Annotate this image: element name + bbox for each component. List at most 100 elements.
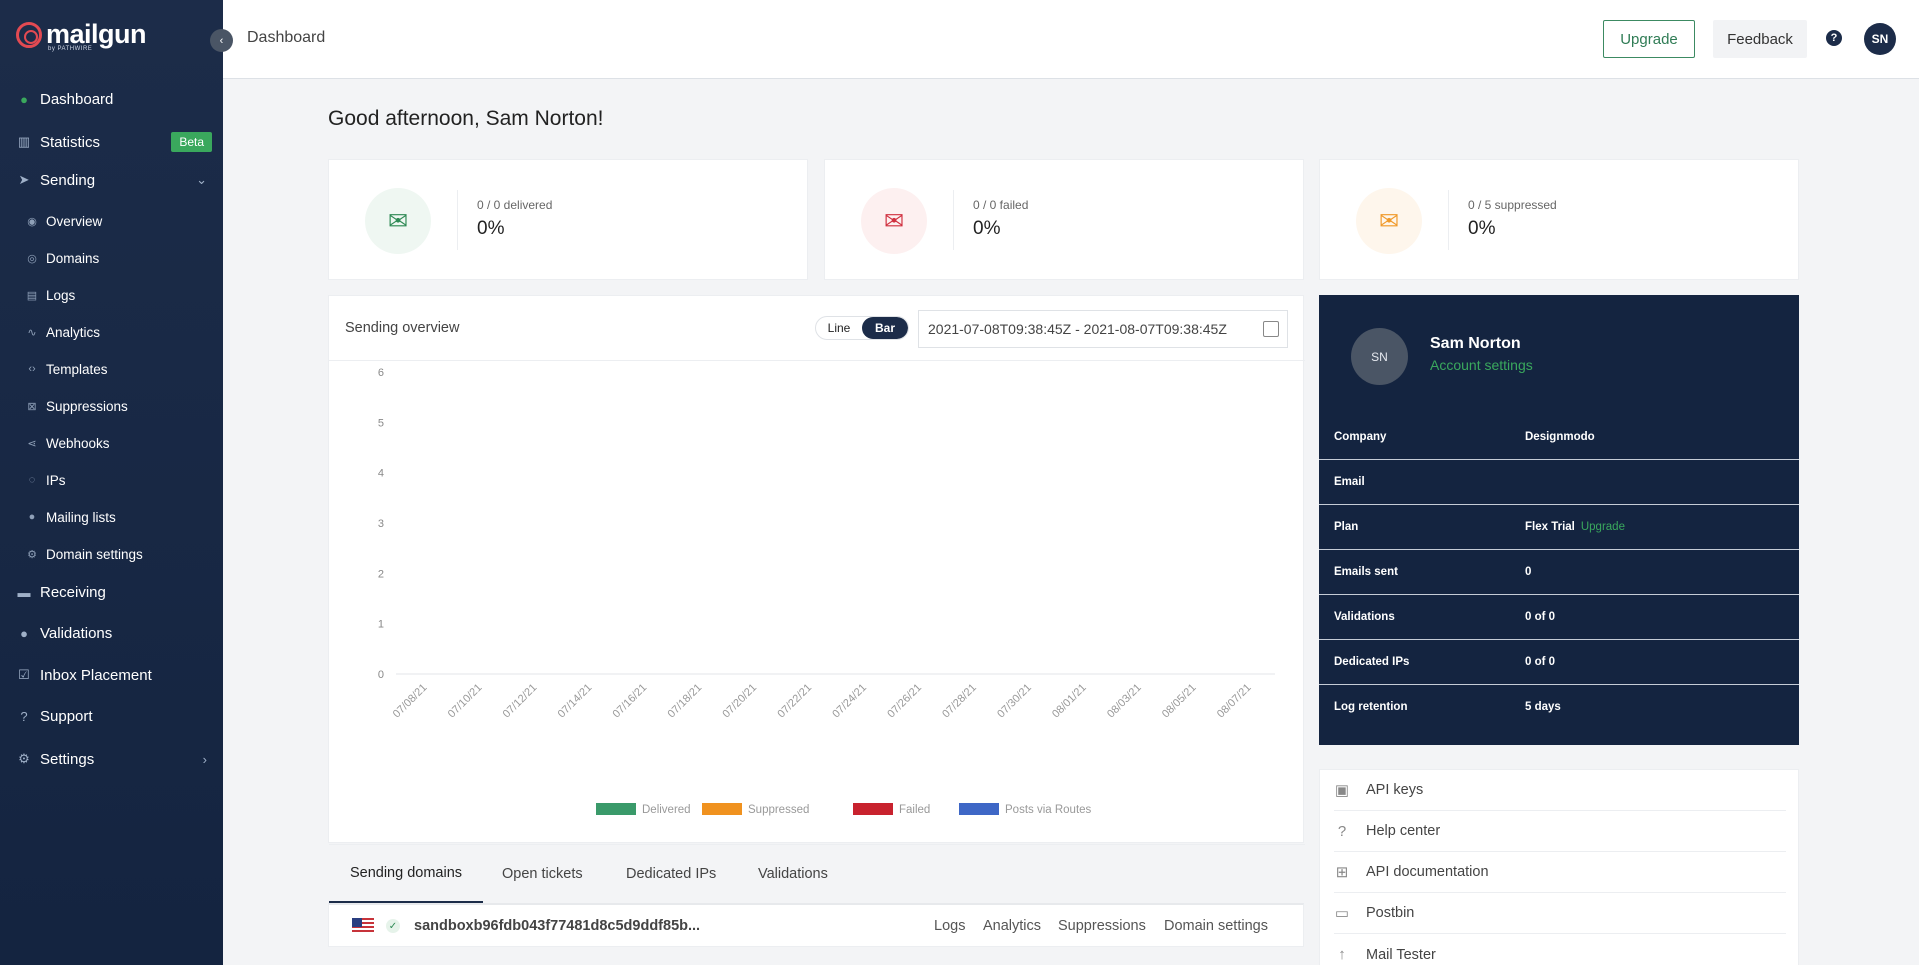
help-icon[interactable]: ?	[1826, 30, 1842, 46]
x-tick-label: 07/24/21	[830, 682, 869, 721]
location-icon: ◌	[28, 474, 36, 486]
row-value: 0 of 0	[1525, 656, 1556, 668]
bar-toggle-button[interactable]: Bar	[862, 317, 908, 339]
link-label: Postbin	[1366, 905, 1415, 921]
sidebar-item-inbox-placement[interactable]: ☑ Inbox Placement	[0, 661, 223, 689]
sidebar-item-ips[interactable]: ◌ IPs	[0, 469, 223, 491]
profile-row-company: Company Designmodo	[1319, 415, 1799, 460]
quick-links-card: ▣ API keys ? Help center ⊞ API documentatio…	[1319, 769, 1799, 965]
account-settings-link[interactable]: Account settings	[1430, 357, 1533, 373]
legend-label: Delivered	[642, 804, 691, 816]
user-check-icon: ●	[20, 625, 28, 641]
sidebar-item-label: Validations	[40, 624, 113, 642]
sidebar-item-webhooks[interactable]: ⋖ Webhooks	[0, 432, 223, 454]
sidebar: mailgun by PATHWIRE ● Dashboard ▥ Statis…	[0, 0, 223, 965]
tab-open-tickets[interactable]: Open tickets	[502, 845, 583, 903]
sidebar-item-statistics[interactable]: ▥ Statistics Beta	[0, 128, 223, 156]
profile-avatar: SN	[1351, 328, 1408, 385]
question-icon: ?	[20, 708, 28, 724]
feedback-button[interactable]: Feedback	[1713, 20, 1807, 58]
sidebar-item-receiving[interactable]: ▬ Receiving	[0, 578, 223, 606]
eye-icon: ◉	[27, 215, 37, 228]
sidebar-item-mailing-lists[interactable]: ● Mailing lists	[0, 506, 223, 528]
sidebar-item-label: Receiving	[40, 583, 106, 601]
logo-icon	[16, 22, 42, 48]
plan-upgrade-link[interactable]: Upgrade	[1581, 521, 1625, 533]
sidebar-item-overview[interactable]: ◉ Overview	[0, 210, 223, 232]
stat-card-failed: ✉ 0 / 0 failed 0%	[824, 159, 1304, 280]
breadcrumb: Dashboard	[247, 29, 326, 46]
domain-name[interactable]: sandboxb96fdb043f77481d8c5d9ddf85b...	[414, 918, 700, 934]
envelope-open-icon: ✉	[365, 188, 431, 254]
sidebar-item-label: IPs	[46, 472, 66, 488]
tab-dedicated-ips[interactable]: Dedicated IPs	[626, 845, 716, 903]
divider	[953, 190, 954, 250]
sidebar-item-templates[interactable]: ‹› Templates	[0, 358, 223, 380]
lock-icon: ▣	[1334, 782, 1350, 799]
upgrade-button[interactable]: Upgrade	[1603, 20, 1695, 58]
domain-suppressions-link[interactable]: Suppressions	[1058, 918, 1146, 934]
sidebar-item-domain-settings[interactable]: ⚙ Domain settings	[0, 543, 223, 565]
beta-badge: Beta	[171, 132, 212, 152]
us-flag-icon	[352, 918, 374, 934]
row-key: Company	[1334, 431, 1387, 443]
tester-icon: ↑	[1338, 946, 1346, 963]
sidebar-item-domains[interactable]: ◎ Domains	[0, 247, 223, 269]
sending-overview-chart: 0 1 2 3 4 5 6 07/08/21 07/10/21 07/12/21 07/14/21 0…	[378, 367, 1275, 816]
help-center-link[interactable]: ? Help center	[1334, 811, 1786, 852]
profile-row-log-retention: Log retention 5 days	[1319, 685, 1799, 730]
row-key: Plan	[1334, 521, 1359, 533]
mail-tester-link[interactable]: ↑ Mail Tester	[1334, 934, 1786, 965]
postbin-link[interactable]: ▭ Postbin	[1334, 893, 1786, 934]
logo-subtext: by PATHWIRE	[48, 46, 93, 52]
x-tick-label: 07/14/21	[556, 682, 595, 721]
line-toggle-button[interactable]: Line	[816, 317, 862, 339]
tab-validations[interactable]: Validations	[758, 845, 828, 903]
row-key: Email	[1334, 476, 1365, 488]
stat-label: 0 / 5 suppressed	[1468, 198, 1557, 212]
sidebar-item-validations[interactable]: ● Validations	[0, 619, 223, 647]
sidebar-item-label: Support	[40, 707, 93, 725]
sidebar-item-logs[interactable]: ▤ Logs	[0, 284, 223, 306]
sidebar-item-settings[interactable]: ⚙ Settings ›	[0, 745, 223, 773]
api-documentation-link[interactable]: ⊞ API documentation	[1334, 852, 1786, 893]
y-tick-label: 5	[378, 417, 384, 429]
row-value: Flex Trial Upgrade	[1525, 521, 1625, 533]
stat-card-delivered: ✉ 0 / 0 delivered 0%	[328, 159, 808, 280]
chevron-right-icon: ›	[202, 751, 207, 767]
collapse-sidebar-button[interactable]: ‹	[210, 29, 233, 52]
sidebar-item-label: Inbox Placement	[40, 666, 152, 684]
api-keys-link[interactable]: ▣ API keys	[1334, 770, 1786, 811]
date-range-picker[interactable]: 2021-07-08T09:38:45Z - 2021-08-07T09:38:…	[918, 310, 1288, 348]
tab-sending-domains[interactable]: Sending domains	[329, 845, 483, 903]
sidebar-item-sending[interactable]: ➤ Sending ⌄	[0, 166, 223, 194]
mailgun-logo[interactable]: mailgun by PATHWIRE	[16, 20, 147, 52]
x-tick-label: 08/05/21	[1160, 682, 1199, 721]
sidebar-item-label: Analytics	[46, 324, 101, 340]
chevron-left-icon: ‹	[219, 34, 224, 47]
profile-card: SN Sam Norton Account settings Company De…	[1319, 295, 1799, 745]
profile-row-dedicated-ips: Dedicated IPs 0 of 0	[1319, 640, 1799, 685]
sidebar-item-support[interactable]: ? Support	[0, 702, 223, 730]
sidebar-item-label: Dashboard	[40, 90, 114, 108]
x-tick-label: 07/18/21	[666, 682, 705, 721]
globe-icon: ◎	[27, 252, 37, 265]
domain-row[interactable]: ✓ sandboxb96fdb043f77481d8c5d9ddf85b... …	[328, 903, 1304, 947]
question-icon: ?	[1337, 822, 1347, 840]
x-tick-label: 07/26/21	[885, 682, 924, 721]
y-tick-label: 0	[378, 669, 384, 681]
sidebar-item-analytics[interactable]: ∿ Analytics	[0, 321, 223, 343]
avatar[interactable]: SN	[1864, 23, 1896, 55]
profile-row-validations: Validations 0 of 0	[1319, 595, 1799, 640]
sidebar-item-dashboard[interactable]: ● Dashboard	[0, 85, 223, 113]
x-tick-label: 07/20/21	[720, 682, 759, 721]
sidebar-item-suppressions[interactable]: ⊠ Suppressions	[0, 395, 223, 417]
domain-settings-link[interactable]: Domain settings	[1164, 918, 1268, 934]
legend-label: Posts via Routes	[1005, 804, 1092, 816]
y-tick-label: 2	[378, 568, 384, 580]
divider	[457, 190, 458, 250]
domain-analytics-link[interactable]: Analytics	[983, 918, 1041, 934]
domain-logs-link[interactable]: Logs	[934, 918, 965, 934]
legend-swatch	[596, 803, 636, 815]
y-tick-label: 1	[378, 619, 384, 631]
